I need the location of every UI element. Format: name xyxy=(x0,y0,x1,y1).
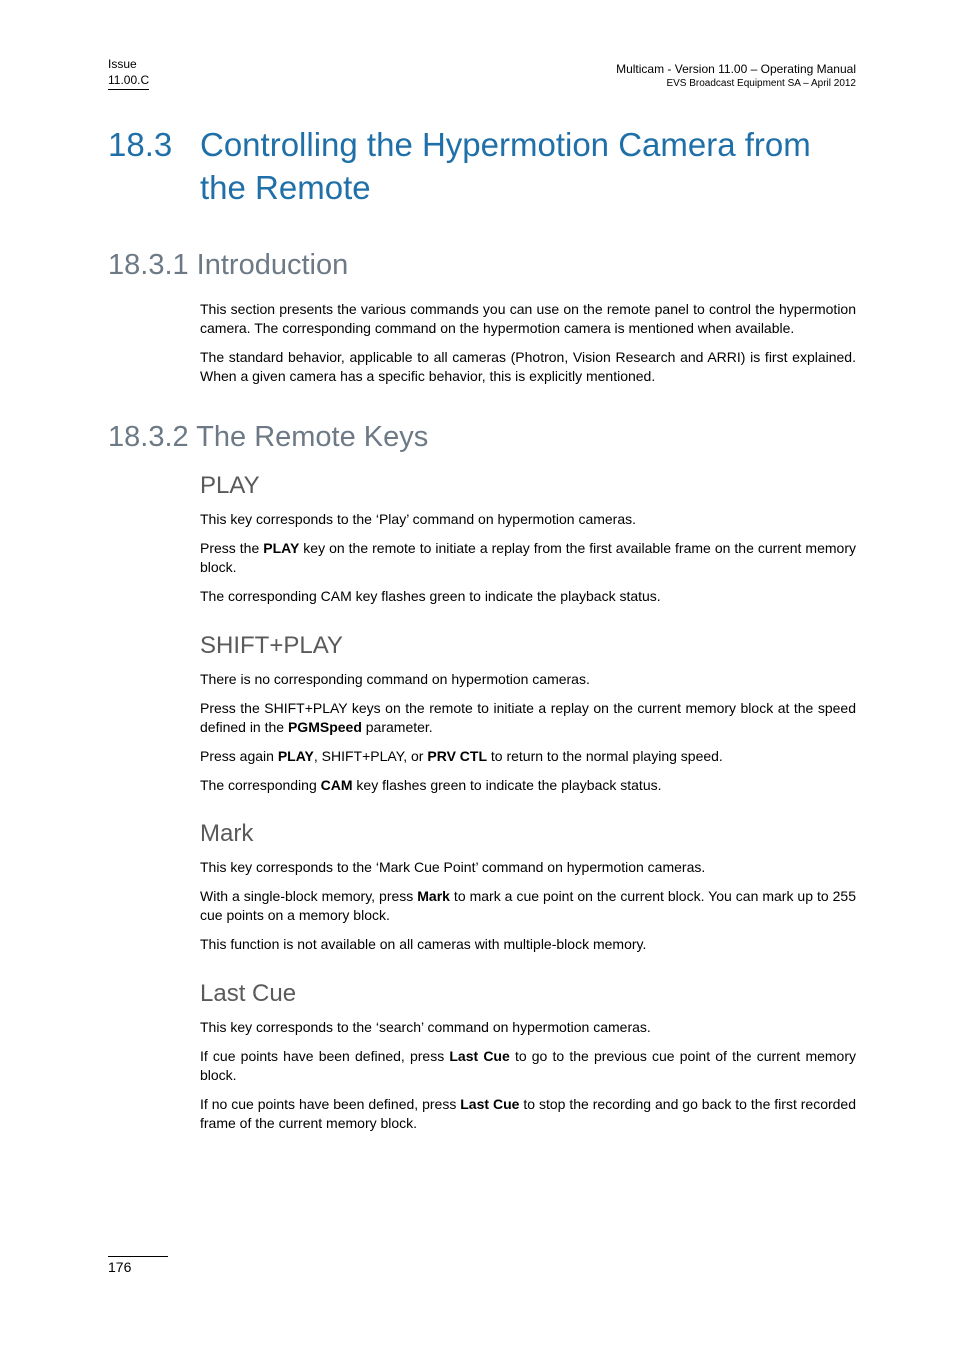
section-number: 18.3 xyxy=(108,124,200,208)
play-p2: Press the PLAY key on the remote to init… xyxy=(200,539,856,577)
section-heading: 18.3 Controlling the Hypermotion Camera … xyxy=(108,124,856,208)
bold-key: PLAY xyxy=(278,748,314,764)
issue-version: 11.00.C xyxy=(108,72,149,88)
shiftplay-heading: SHIFT+PLAY xyxy=(200,632,856,660)
subsection-keys-heading: 18.3.2 The Remote Keys xyxy=(108,421,856,454)
bold-key: PGMSpeed xyxy=(288,719,362,735)
text-run: Press again xyxy=(200,748,278,764)
mark-p3: This function is not available on all ca… xyxy=(200,935,856,954)
text-run: key flashes green to indicate the playba… xyxy=(353,777,662,793)
lastcue-p1: This key corresponds to the ‘search’ com… xyxy=(200,1018,856,1037)
mark-p2: With a single-block memory, press Mark t… xyxy=(200,887,856,925)
text-run: If no cue points have been defined, pres… xyxy=(200,1096,460,1112)
shiftplay-p3: Press again PLAY, SHIFT+PLAY, or PRV CTL… xyxy=(200,747,856,766)
text-run: parameter. xyxy=(362,719,433,735)
header-right: Multicam - Version 11.00 – Operating Man… xyxy=(616,61,856,91)
play-p3: The corresponding CAM key flashes green … xyxy=(200,587,856,606)
doc-title: Multicam - Version 11.00 – Operating Man… xyxy=(616,61,856,77)
page-number: 176 xyxy=(108,1256,168,1275)
bold-key: PRV CTL xyxy=(427,748,487,764)
mark-heading: Mark xyxy=(200,820,856,848)
lastcue-p2: If cue points have been defined, press L… xyxy=(200,1047,856,1085)
lastcue-p3: If no cue points have been defined, pres… xyxy=(200,1095,856,1133)
shiftplay-p1: There is no corresponding command on hyp… xyxy=(200,670,856,689)
play-p1: This key corresponds to the ‘Play’ comma… xyxy=(200,510,856,529)
subsection-intro-heading: 18.3.1 Introduction xyxy=(108,249,856,282)
header-left: Issue 11.00.C xyxy=(108,56,149,90)
text-run: The corresponding xyxy=(200,777,321,793)
section-title: Controlling the Hypermotion Camera from … xyxy=(200,124,856,208)
issue-label: Issue xyxy=(108,56,149,72)
shiftplay-p4: The corresponding CAM key flashes green … xyxy=(200,776,856,795)
text-run: If cue points have been defined, press xyxy=(200,1048,449,1064)
lastcue-heading: Last Cue xyxy=(200,980,856,1008)
mark-p1: This key corresponds to the ‘Mark Cue Po… xyxy=(200,858,856,877)
bold-key: Mark xyxy=(417,888,450,904)
bold-key: Last Cue xyxy=(449,1048,509,1064)
text-run: With a single-block memory, press xyxy=(200,888,417,904)
doc-subtitle: EVS Broadcast Equipment SA – April 2012 xyxy=(616,77,856,91)
bold-key: CAM xyxy=(321,777,353,793)
text-run: Press the xyxy=(200,540,263,556)
keys-body: PLAY This key corresponds to the ‘Play’ … xyxy=(200,472,856,1132)
page-header: Issue 11.00.C Multicam - Version 11.00 –… xyxy=(108,56,856,90)
page: Issue 11.00.C Multicam - Version 11.00 –… xyxy=(0,0,954,1349)
text-run: key on the remote to initiate a replay f… xyxy=(200,540,856,575)
bold-key: Last Cue xyxy=(460,1096,519,1112)
shiftplay-p2: Press the SHIFT+PLAY keys on the remote … xyxy=(200,699,856,737)
play-heading: PLAY xyxy=(200,472,856,500)
bold-key: PLAY xyxy=(263,540,299,556)
intro-body: This section presents the various comman… xyxy=(200,300,856,386)
text-run: to return to the normal playing speed. xyxy=(487,748,723,764)
intro-p1: This section presents the various comman… xyxy=(200,300,856,338)
text-run: , SHIFT+PLAY, or xyxy=(314,748,427,764)
intro-p2: The standard behavior, applicable to all… xyxy=(200,348,856,386)
